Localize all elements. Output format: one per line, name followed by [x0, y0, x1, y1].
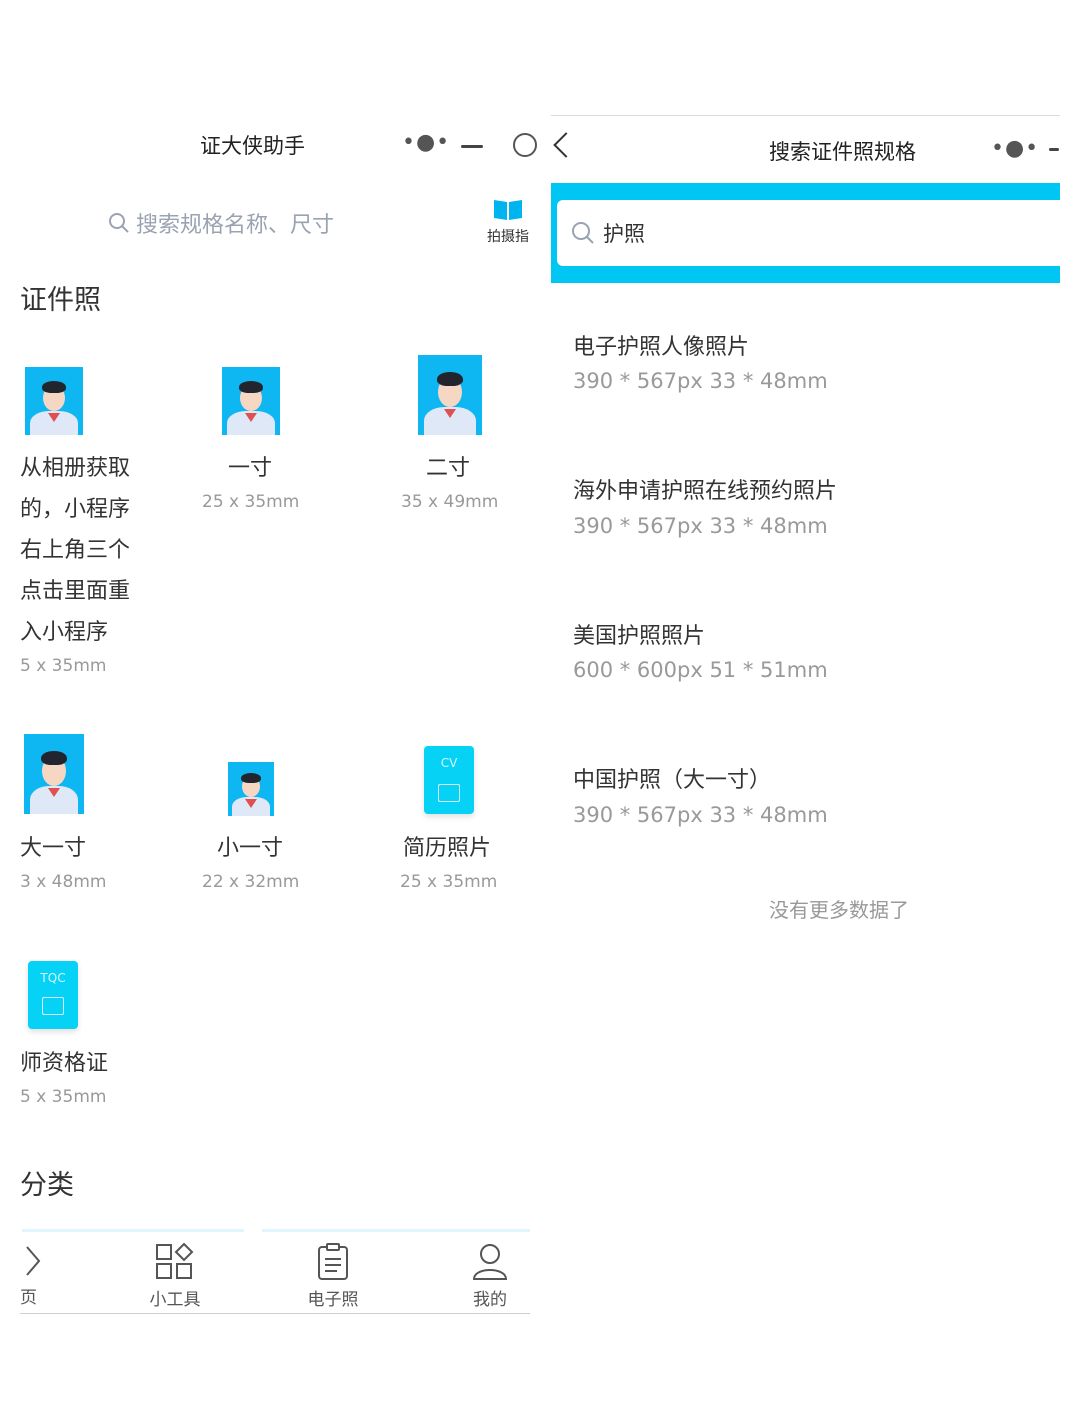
back-arrow-icon[interactable] [553, 132, 579, 158]
shooting-guide-button[interactable]: 拍摄指 [478, 196, 538, 246]
tab-label: 页 [20, 1288, 37, 1308]
portrait-thumbnail [228, 762, 274, 816]
tab-e-photo[interactable]: 电子照 [293, 1243, 373, 1310]
certificate-card-icon: TQC [28, 961, 78, 1029]
more-options-icon[interactable]: •●• [991, 136, 1039, 161]
result-spec: 600 * 600px 51 * 51mm [573, 658, 828, 682]
portrait-thumbnail [418, 355, 482, 435]
tab-label: 我的 [473, 1290, 507, 1310]
search-icon [572, 222, 594, 244]
result-name: 海外申请护照在线预约照片 [573, 479, 838, 504]
resume-card-icon: CV [424, 746, 474, 814]
result-spec: 390 * 567px 33 * 48mm [573, 514, 828, 538]
divider [262, 1229, 530, 1232]
result-name: 中国护照（大一寸） [573, 768, 772, 793]
item-name-line: 从相册获取 [20, 456, 131, 481]
left-screen: 证大侠助手 •●• 搜索规格名称、尺寸 拍摄指 证件照 从相册获取 的，小程序 … [0, 0, 545, 1410]
divider [22, 1229, 244, 1232]
search-bar[interactable]: 搜索规格名称、尺寸 [108, 207, 334, 239]
tab-label: 小工具 [149, 1290, 201, 1310]
item-name: 师资格证 [20, 1051, 109, 1076]
item-name-line: 的，小程序 [20, 497, 131, 522]
tab-label: 电子照 [307, 1290, 359, 1310]
result-spec: 390 * 567px 33 * 48mm [573, 369, 828, 393]
item-name: 二寸 [426, 456, 471, 481]
item-size: 25 x 35mm [202, 492, 300, 512]
no-more-data-text: 没有更多数据了 [769, 898, 909, 922]
result-name: 美国护照照片 [573, 624, 706, 649]
book-icon [494, 200, 522, 220]
item-name: 一寸 [228, 456, 273, 481]
item-size: 35 x 49mm [401, 492, 499, 512]
card-tag: TQC [40, 971, 66, 985]
document-icon [318, 1243, 348, 1280]
divider [20, 1313, 530, 1314]
section-title-category: 分类 [20, 1170, 74, 1201]
item-name-line: 入小程序 [20, 620, 109, 645]
card-tag: CV [440, 756, 458, 770]
portrait-thumbnail [222, 367, 280, 435]
home-icon [26, 1246, 41, 1276]
result-name: 电子护照人像照片 [573, 335, 750, 360]
search-placeholder: 搜索规格名称、尺寸 [136, 213, 335, 238]
item-size: 5 x 35mm [20, 656, 107, 676]
shooting-guide-label: 拍摄指 [487, 229, 529, 245]
user-icon [472, 1244, 508, 1280]
minimize-icon[interactable] [461, 145, 483, 148]
more-options-icon[interactable]: •●• [402, 130, 450, 155]
item-size: 22 x 32mm [202, 872, 300, 892]
page-title: 搜索证件照规格 [769, 140, 916, 164]
item-name: 大一寸 [20, 836, 87, 861]
minimize-icon[interactable] [1049, 148, 1059, 151]
search-value: 护照 [603, 222, 645, 246]
item-size: 5 x 35mm [20, 1087, 107, 1107]
portrait-thumbnail [25, 367, 83, 435]
app-title: 证大侠助手 [200, 134, 305, 158]
item-size: 25 x 35mm [400, 872, 498, 892]
close-capsule-icon[interactable] [513, 133, 537, 157]
search-input[interactable]: 护照 [557, 200, 1060, 266]
search-icon [109, 213, 129, 233]
item-name: 小一寸 [217, 836, 284, 861]
section-title-idphoto: 证件照 [20, 285, 101, 316]
result-spec: 390 * 567px 33 * 48mm [573, 803, 828, 827]
grid-icon [156, 1242, 194, 1279]
item-name-line: 点击里面重 [20, 579, 131, 604]
tab-mine[interactable]: 我的 [450, 1243, 530, 1310]
item-name-line: 右上角三个 [20, 538, 131, 563]
item-size: 3 x 48mm [20, 872, 107, 892]
tab-home[interactable]: 页 [20, 1243, 50, 1308]
item-name: 简历照片 [403, 836, 492, 861]
right-screen: 搜索证件照规格 •●• 护照 电子护照人像照片 390 * 567px 33 *… [551, 0, 1060, 1410]
tab-tools[interactable]: 小工具 [135, 1242, 215, 1310]
portrait-thumbnail [24, 734, 84, 814]
divider [551, 115, 1060, 116]
